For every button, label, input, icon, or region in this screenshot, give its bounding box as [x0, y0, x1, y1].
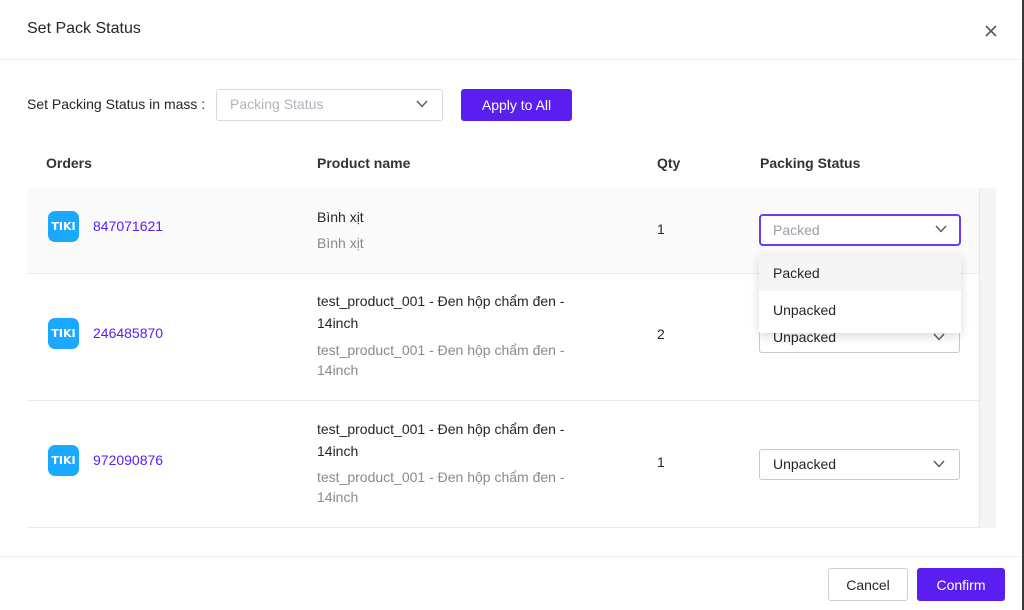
chevron-down-icon [933, 460, 945, 468]
product-variant: Bình xịt [317, 235, 364, 251]
close-icon[interactable] [980, 20, 1002, 42]
mass-status-select[interactable]: Packing Status [216, 89, 443, 121]
product-name: test_product_001 - Đen hộp chẩm đen - 14… [317, 421, 565, 459]
column-header-product-name: Product name [317, 155, 411, 171]
tiki-logo: TIKI [48, 318, 79, 349]
packing-status-dropdown: Packed Unpacked [759, 255, 961, 333]
order-link[interactable]: 246485870 [93, 325, 163, 341]
packing-status-value: Packed [773, 222, 820, 238]
set-pack-status-dialog: Set Pack Status Set Packing Status in ma… [0, 0, 1022, 610]
packing-status-select[interactable]: Unpacked [759, 449, 960, 480]
order-link[interactable]: 972090876 [93, 452, 163, 468]
dropdown-option-packed[interactable]: Packed [759, 255, 961, 291]
mass-status-label: Set Packing Status in mass : [27, 96, 206, 112]
column-header-orders: Orders [46, 155, 92, 171]
dropdown-option-unpacked[interactable]: Unpacked [759, 292, 961, 328]
product-variant: test_product_001 - Đen hộp chẩm đen - 14… [317, 342, 565, 378]
column-header-qty: Qty [657, 155, 681, 171]
quantity: 2 [657, 326, 665, 342]
table-row: TIKI 972090876 test_product_001 - Đen hộ… [27, 401, 979, 528]
packing-status-value: Unpacked [773, 456, 837, 472]
apply-to-all-button[interactable]: Apply to All [461, 89, 572, 121]
dialog-title: Set Pack Status [27, 20, 141, 37]
table-scrollbar[interactable] [979, 188, 996, 528]
product-name: test_product_001 - Đen hộp chẩm đen - 14… [317, 293, 565, 331]
order-link[interactable]: 847071621 [93, 218, 163, 234]
chevron-down-icon [416, 100, 428, 108]
product-variant: test_product_001 - Đen hộp chẩm đen - 14… [317, 469, 565, 505]
column-header-packing-status: Packing Status [760, 155, 861, 171]
dialog-header: Set Pack Status [0, 0, 1022, 60]
chevron-down-icon [935, 225, 947, 233]
mass-status-placeholder: Packing Status [230, 96, 324, 112]
tiki-logo: TIKI [48, 211, 79, 242]
quantity: 1 [657, 221, 665, 237]
chevron-down-icon [933, 333, 945, 341]
confirm-button[interactable]: Confirm [917, 568, 1005, 601]
packing-status-select-active[interactable]: Packed [759, 214, 961, 246]
cancel-button[interactable]: Cancel [828, 568, 908, 601]
quantity: 1 [657, 454, 665, 470]
product-name: Bình xịt [317, 209, 364, 225]
tiki-logo: TIKI [48, 445, 79, 476]
